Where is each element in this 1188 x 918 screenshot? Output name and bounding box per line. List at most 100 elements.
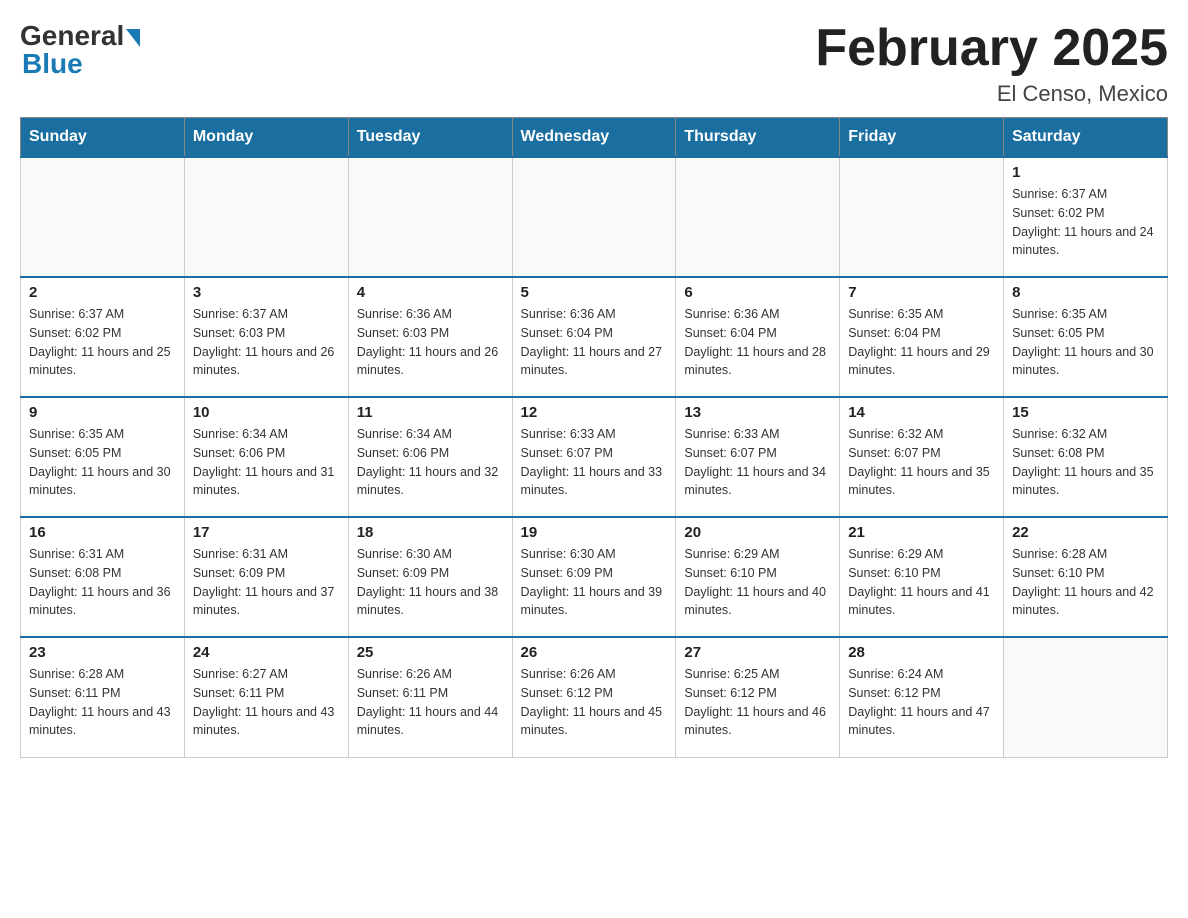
calendar-cell-4-6 bbox=[1004, 637, 1168, 757]
day-info: Sunrise: 6:37 AMSunset: 6:02 PMDaylight:… bbox=[1012, 185, 1159, 260]
day-info: Sunrise: 6:32 AMSunset: 6:07 PMDaylight:… bbox=[848, 425, 995, 500]
calendar-cell-0-1 bbox=[184, 157, 348, 277]
calendar-cell-1-6: 8Sunrise: 6:35 AMSunset: 6:05 PMDaylight… bbox=[1004, 277, 1168, 397]
day-info: Sunrise: 6:29 AMSunset: 6:10 PMDaylight:… bbox=[684, 545, 831, 620]
calendar-week-row-3: 16Sunrise: 6:31 AMSunset: 6:08 PMDayligh… bbox=[21, 517, 1168, 637]
day-header-monday: Monday bbox=[184, 118, 348, 158]
day-info: Sunrise: 6:32 AMSunset: 6:08 PMDaylight:… bbox=[1012, 425, 1159, 500]
calendar-cell-3-0: 16Sunrise: 6:31 AMSunset: 6:08 PMDayligh… bbox=[21, 517, 185, 637]
day-info: Sunrise: 6:30 AMSunset: 6:09 PMDaylight:… bbox=[521, 545, 668, 620]
calendar-cell-0-4 bbox=[676, 157, 840, 277]
calendar-week-row-0: 1Sunrise: 6:37 AMSunset: 6:02 PMDaylight… bbox=[21, 157, 1168, 277]
location-text: El Censo, Mexico bbox=[815, 81, 1168, 107]
day-number: 24 bbox=[193, 644, 340, 661]
day-number: 5 bbox=[521, 284, 668, 301]
calendar-cell-2-1: 10 Sunrise: 6:34 AMSunset: 6:06 PMDayligh… bbox=[184, 397, 348, 517]
calendar-week-row-1: 2 Sunrise: 6:37 AMSunset: 6:02 PMDaylight… bbox=[21, 277, 1168, 397]
calendar-cell-1-5: 7Sunrise: 6:35 AMSunset: 6:04 PMDaylight… bbox=[840, 277, 1004, 397]
logo-arrow-icon bbox=[126, 29, 140, 47]
day-info: Sunrise: 6:34 AMSunset: 6:06 PMDaylight:… bbox=[357, 425, 504, 500]
day-number: 25 bbox=[357, 644, 504, 661]
day-number: 18 bbox=[357, 524, 504, 541]
day-number: 26 bbox=[521, 644, 668, 661]
calendar-week-row-2: 9Sunrise: 6:35 AMSunset: 6:05 PMDaylight… bbox=[21, 397, 1168, 517]
day-info: Sunrise: 6:31 AMSunset: 6:08 PMDaylight:… bbox=[29, 545, 176, 620]
day-number: 21 bbox=[848, 524, 995, 541]
day-info: Sunrise: 6:36 AMSunset: 6:04 PMDaylight:… bbox=[521, 305, 668, 380]
day-info: Sunrise: 6:25 AMSunset: 6:12 PMDaylight:… bbox=[684, 665, 831, 740]
calendar-cell-2-4: 13Sunrise: 6:33 AMSunset: 6:07 PMDayligh… bbox=[676, 397, 840, 517]
calendar-cell-4-3: 26 Sunrise: 6:26 AMSunset: 6:12 PMDayligh… bbox=[512, 637, 676, 757]
calendar-cell-3-1: 17 Sunrise: 6:31 AMSunset: 6:09 PMDayligh… bbox=[184, 517, 348, 637]
month-title: February 2025 bbox=[815, 20, 1168, 77]
calendar-week-row-4: 23 Sunrise: 6:28 AMSunset: 6:11 PMDayligh… bbox=[21, 637, 1168, 757]
day-header-saturday: Saturday bbox=[1004, 118, 1168, 158]
calendar-cell-0-6: 1Sunrise: 6:37 AMSunset: 6:02 PMDaylight… bbox=[1004, 157, 1168, 277]
day-info: Sunrise: 6:34 AMSunset: 6:06 PMDaylight:… bbox=[193, 425, 340, 500]
day-info: Sunrise: 6:37 AMSunset: 6:02 PMDaylight:… bbox=[29, 305, 176, 380]
day-number: 11 bbox=[357, 404, 504, 421]
calendar-cell-4-5: 28 Sunrise: 6:24 AMSunset: 6:12 PMDayligh… bbox=[840, 637, 1004, 757]
day-number: 4 bbox=[357, 284, 504, 301]
day-info: Sunrise: 6:33 AMSunset: 6:07 PMDaylight:… bbox=[521, 425, 668, 500]
calendar-cell-0-3 bbox=[512, 157, 676, 277]
calendar-header-row: SundayMondayTuesdayWednesdayThursdayFrid… bbox=[21, 118, 1168, 158]
calendar-cell-4-4: 27 Sunrise: 6:25 AMSunset: 6:12 PMDayligh… bbox=[676, 637, 840, 757]
calendar-cell-1-1: 3 Sunrise: 6:37 AMSunset: 6:03 PMDaylight… bbox=[184, 277, 348, 397]
day-number: 10 bbox=[193, 404, 340, 421]
day-info: Sunrise: 6:36 AMSunset: 6:03 PMDaylight:… bbox=[357, 305, 504, 380]
calendar-cell-1-0: 2 Sunrise: 6:37 AMSunset: 6:02 PMDaylight… bbox=[21, 277, 185, 397]
calendar-cell-4-1: 24 Sunrise: 6:27 AMSunset: 6:11 PMDayligh… bbox=[184, 637, 348, 757]
day-number: 19 bbox=[521, 524, 668, 541]
day-number: 15 bbox=[1012, 404, 1159, 421]
calendar-cell-2-2: 11 Sunrise: 6:34 AMSunset: 6:06 PMDayligh… bbox=[348, 397, 512, 517]
calendar-cell-3-2: 18 Sunrise: 6:30 AMSunset: 6:09 PMDayligh… bbox=[348, 517, 512, 637]
day-info: Sunrise: 6:36 AMSunset: 6:04 PMDaylight:… bbox=[684, 305, 831, 380]
day-number: 22 bbox=[1012, 524, 1159, 541]
calendar-cell-3-3: 19 Sunrise: 6:30 AMSunset: 6:09 PMDayligh… bbox=[512, 517, 676, 637]
day-number: 6 bbox=[684, 284, 831, 301]
day-info: Sunrise: 6:24 AMSunset: 6:12 PMDaylight:… bbox=[848, 665, 995, 740]
day-number: 12 bbox=[521, 404, 668, 421]
calendar-cell-2-6: 15 Sunrise: 6:32 AMSunset: 6:08 PMDayligh… bbox=[1004, 397, 1168, 517]
day-header-wednesday: Wednesday bbox=[512, 118, 676, 158]
title-section: February 2025 El Censo, Mexico bbox=[815, 20, 1168, 107]
day-info: Sunrise: 6:33 AMSunset: 6:07 PMDaylight:… bbox=[684, 425, 831, 500]
day-info: Sunrise: 6:30 AMSunset: 6:09 PMDaylight:… bbox=[357, 545, 504, 620]
day-number: 8 bbox=[1012, 284, 1159, 301]
day-number: 14 bbox=[848, 404, 995, 421]
day-info: Sunrise: 6:26 AMSunset: 6:12 PMDaylight:… bbox=[521, 665, 668, 740]
day-info: Sunrise: 6:35 AMSunset: 6:05 PMDaylight:… bbox=[29, 425, 176, 500]
day-info: Sunrise: 6:29 AMSunset: 6:10 PMDaylight:… bbox=[848, 545, 995, 620]
calendar-cell-4-2: 25 Sunrise: 6:26 AMSunset: 6:11 PMDayligh… bbox=[348, 637, 512, 757]
calendar-cell-2-3: 12 Sunrise: 6:33 AMSunset: 6:07 PMDayligh… bbox=[512, 397, 676, 517]
day-number: 23 bbox=[29, 644, 176, 661]
day-number: 2 bbox=[29, 284, 176, 301]
day-number: 3 bbox=[193, 284, 340, 301]
calendar-cell-3-5: 21 Sunrise: 6:29 AMSunset: 6:10 PMDayligh… bbox=[840, 517, 1004, 637]
logo-blue-text: Blue bbox=[22, 48, 83, 80]
day-number: 20 bbox=[684, 524, 831, 541]
day-header-sunday: Sunday bbox=[21, 118, 185, 158]
day-number: 27 bbox=[684, 644, 831, 661]
logo: General Blue bbox=[20, 20, 140, 80]
calendar-cell-1-2: 4 Sunrise: 6:36 AMSunset: 6:03 PMDaylight… bbox=[348, 277, 512, 397]
day-info: Sunrise: 6:27 AMSunset: 6:11 PMDaylight:… bbox=[193, 665, 340, 740]
calendar-cell-0-2 bbox=[348, 157, 512, 277]
calendar-table: SundayMondayTuesdayWednesdayThursdayFrid… bbox=[20, 117, 1168, 758]
day-info: Sunrise: 6:28 AMSunset: 6:10 PMDaylight:… bbox=[1012, 545, 1159, 620]
day-info: Sunrise: 6:26 AMSunset: 6:11 PMDaylight:… bbox=[357, 665, 504, 740]
day-number: 17 bbox=[193, 524, 340, 541]
calendar-cell-2-0: 9Sunrise: 6:35 AMSunset: 6:05 PMDaylight… bbox=[21, 397, 185, 517]
day-info: Sunrise: 6:31 AMSunset: 6:09 PMDaylight:… bbox=[193, 545, 340, 620]
day-header-tuesday: Tuesday bbox=[348, 118, 512, 158]
day-info: Sunrise: 6:28 AMSunset: 6:11 PMDaylight:… bbox=[29, 665, 176, 740]
calendar-cell-1-3: 5 Sunrise: 6:36 AMSunset: 6:04 PMDaylight… bbox=[512, 277, 676, 397]
day-info: Sunrise: 6:37 AMSunset: 6:03 PMDaylight:… bbox=[193, 305, 340, 380]
calendar-cell-0-0 bbox=[21, 157, 185, 277]
day-number: 28 bbox=[848, 644, 995, 661]
calendar-cell-1-4: 6 Sunrise: 6:36 AMSunset: 6:04 PMDaylight… bbox=[676, 277, 840, 397]
calendar-cell-0-5 bbox=[840, 157, 1004, 277]
day-number: 7 bbox=[848, 284, 995, 301]
calendar-cell-3-4: 20 Sunrise: 6:29 AMSunset: 6:10 PMDayligh… bbox=[676, 517, 840, 637]
